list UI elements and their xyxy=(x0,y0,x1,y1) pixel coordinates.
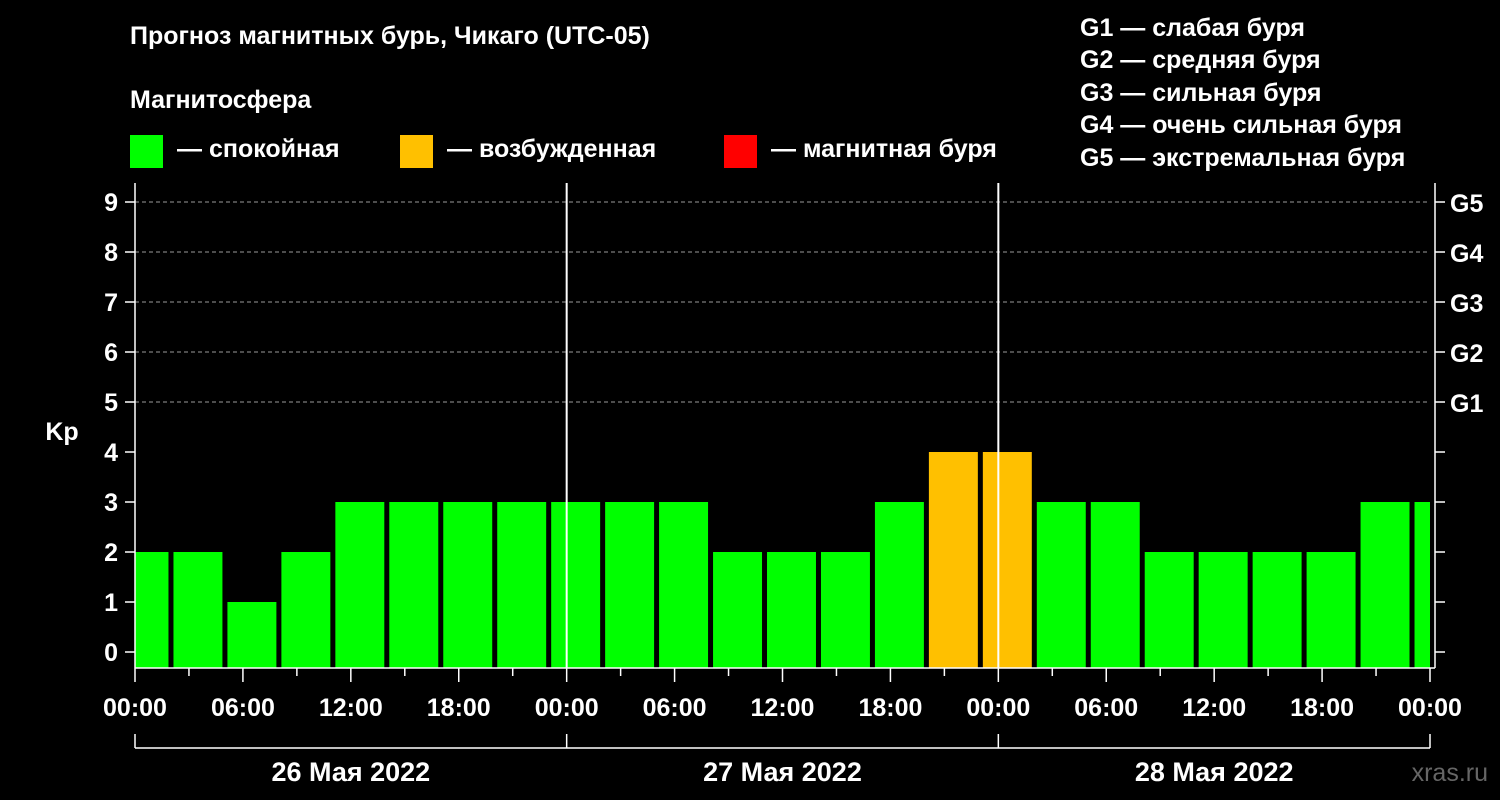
kp-bar xyxy=(982,452,1032,668)
kp-bar xyxy=(1360,502,1410,668)
g-level-label: G5 xyxy=(1450,190,1483,218)
kp-bar xyxy=(820,552,870,668)
g-level-label: G2 xyxy=(1450,340,1483,368)
kp-bar xyxy=(1144,552,1194,668)
kp-bar xyxy=(135,552,169,668)
x-tick-label: 18:00 xyxy=(427,694,491,722)
x-tick-label: 06:00 xyxy=(1074,694,1138,722)
brand-watermark: xras.ru xyxy=(1411,759,1488,787)
y-tick-label: 4 xyxy=(104,439,118,467)
kp-bar xyxy=(227,602,277,668)
x-tick-label: 18:00 xyxy=(1290,694,1354,722)
y-tick-label: 2 xyxy=(104,539,118,567)
y-tick-label: 8 xyxy=(104,239,118,267)
day-label: 26 Мая 2022 xyxy=(271,757,430,787)
kp-bar xyxy=(1198,552,1248,668)
kp-bar xyxy=(551,502,601,668)
g-level-label: G3 xyxy=(1450,290,1483,318)
x-tick-label: 18:00 xyxy=(858,694,922,722)
kp-bar xyxy=(173,552,223,668)
x-tick-label: 12:00 xyxy=(319,694,383,722)
kp-bar xyxy=(335,502,385,668)
x-tick-label: 00:00 xyxy=(1398,694,1462,722)
x-tick-label: 00:00 xyxy=(535,694,599,722)
g-level-label: G1 xyxy=(1450,390,1483,418)
kp-bar xyxy=(1252,552,1302,668)
kp-bar xyxy=(605,502,655,668)
g-level-label: G4 xyxy=(1450,240,1483,268)
kp-bar xyxy=(767,552,816,668)
kp-bar xyxy=(1036,502,1086,668)
y-tick-label: 6 xyxy=(104,339,118,367)
kp-bar xyxy=(443,502,493,668)
x-tick-label: 00:00 xyxy=(103,694,167,722)
kp-bar xyxy=(281,552,331,668)
kp-bar xyxy=(874,502,924,668)
kp-bar xyxy=(713,552,763,668)
day-label: 27 Мая 2022 xyxy=(703,757,862,787)
kp-bar xyxy=(389,502,439,668)
x-tick-label: 12:00 xyxy=(751,694,815,722)
y-tick-label: 9 xyxy=(104,189,118,217)
kp-bar xyxy=(659,502,709,668)
y-tick-label: 7 xyxy=(104,289,118,317)
y-tick-label: 3 xyxy=(104,489,118,517)
x-tick-label: 00:00 xyxy=(966,694,1030,722)
x-tick-label: 06:00 xyxy=(643,694,707,722)
kp-bar xyxy=(1306,552,1356,668)
y-tick-label: 5 xyxy=(104,389,118,417)
kp-bar xyxy=(1090,502,1140,668)
day-label: 28 Мая 2022 xyxy=(1135,757,1294,787)
x-tick-label: 12:00 xyxy=(1182,694,1246,722)
kp-bar xyxy=(1414,502,1430,668)
kp-bar xyxy=(497,502,547,668)
kp-chart: 0 1 2 3 4 5 6 7 8 9 G1 G2 G3 G4 G5 Kp 00:00 06:00 12:00 18:… xyxy=(45,183,1483,787)
y-axis-label: Kp xyxy=(45,418,78,446)
x-tick-label: 06:00 xyxy=(211,694,275,722)
kp-bar xyxy=(928,452,978,668)
y-tick-label: 1 xyxy=(104,589,118,617)
y-tick-label: 0 xyxy=(104,639,118,667)
